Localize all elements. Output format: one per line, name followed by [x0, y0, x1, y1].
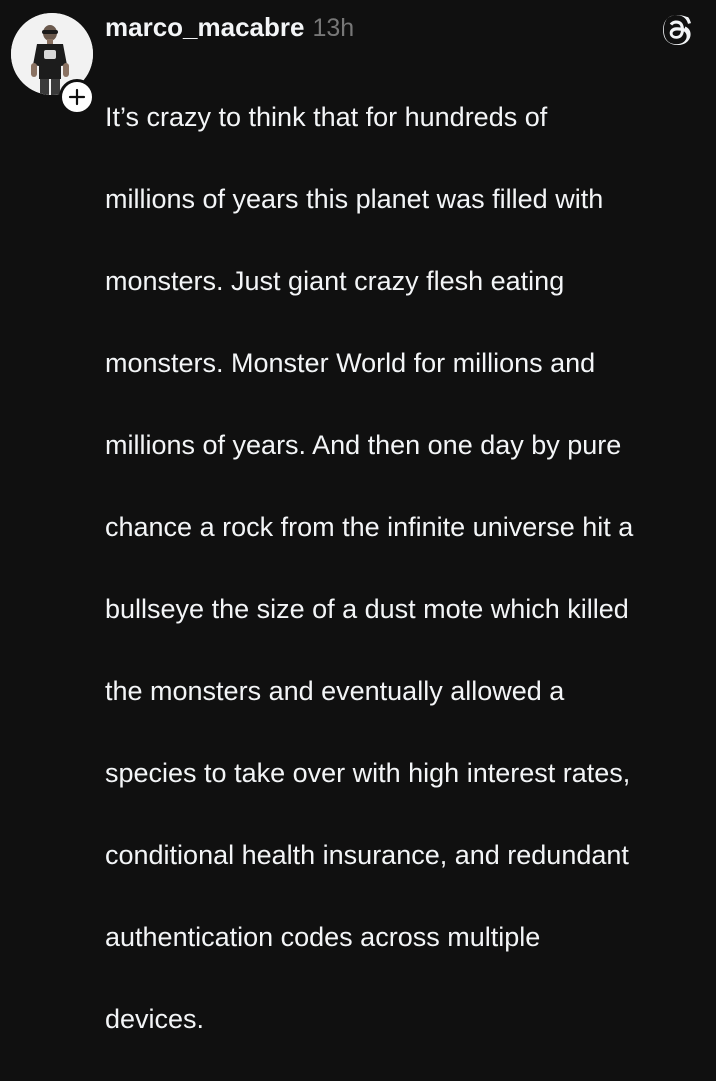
post-body-line: monsters. Monster World for millions and	[105, 348, 596, 378]
post-body-line: chance a rock from the infinite universe…	[105, 512, 634, 542]
post-body-line: conditional health insurance, and redund…	[105, 840, 629, 870]
post-body-line: devices.	[105, 1004, 205, 1034]
follow-button[interactable]	[59, 79, 95, 115]
threads-logo-icon[interactable]	[663, 15, 693, 45]
timestamp: 13h	[312, 14, 355, 42]
post-body-line: bullseye the size of a dust mote which k…	[105, 594, 629, 624]
avatar-container[interactable]	[11, 13, 95, 115]
post-body-line: authentication codes across multiple	[105, 922, 541, 952]
post-body-line: species to take over with high interest …	[105, 758, 631, 788]
post-body-line: millions of years. And then one day by p…	[105, 430, 622, 460]
thread-post: marco_macabre 13h It’s crazy to think th…	[0, 0, 716, 1034]
post-body-line: millions of years this planet was filled…	[105, 184, 604, 214]
post-body-line: the monsters and eventually allowed a	[105, 676, 565, 706]
post-header: marco_macabre 13h	[105, 12, 354, 46]
post-body: It’s crazy to think that for hundreds of…	[105, 56, 705, 1081]
plus-icon	[68, 88, 86, 106]
post-body-line: It’s crazy to think that for hundreds of	[105, 102, 548, 132]
post-body-line: monsters. Just giant crazy flesh eating	[105, 266, 565, 296]
username[interactable]: marco_macabre	[105, 12, 304, 43]
